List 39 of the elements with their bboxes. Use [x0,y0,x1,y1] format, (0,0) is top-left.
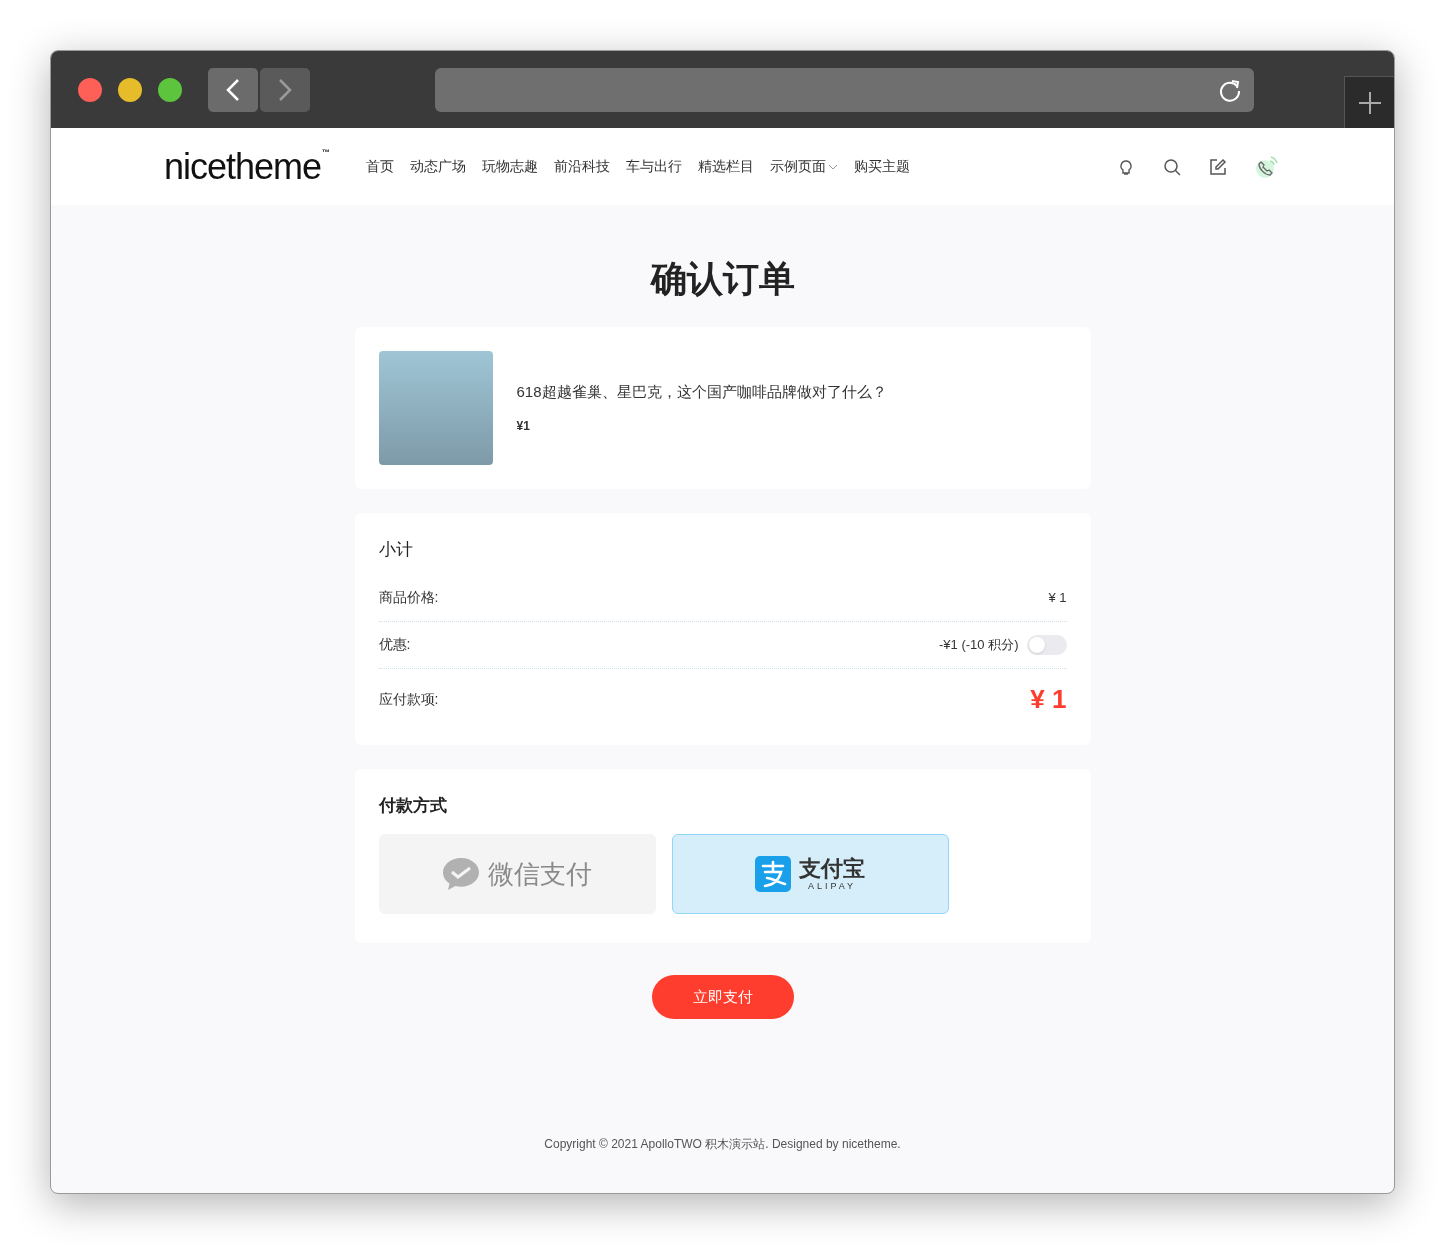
row-label: 应付款项: [378,690,439,709]
page-title: 确认订单 [650,257,795,301]
product-title[interactable]: 618超越雀巢、星巴克，这个国产咖啡品牌做对了什么？ [516,380,887,404]
row-value: ¥ 1 [1048,588,1067,607]
nav-link[interactable]: 玩物志趣 [482,156,539,177]
nav-link[interactable]: 购买主题 [854,156,911,177]
nav-link[interactable]: 动态广场 [410,156,467,177]
plus-icon [1357,90,1382,115]
alipay-logo-icon [755,856,791,892]
discount-value: -¥1 (-10 积分) [939,635,1019,654]
trademark-mark: ™ [322,146,331,159]
lightbulb-icon[interactable] [1117,157,1135,176]
total-amount: ¥ 1 [1030,683,1067,716]
phone-icon[interactable] [1255,154,1279,179]
back-button[interactable] [208,67,258,112]
copyright-text: Copyright © 2021 ApolloTWO 积木演示站. Designed by nicetheme. [544,1136,901,1153]
forward-button[interactable] [260,67,310,112]
nav-link[interactable]: 车与出行 [626,156,683,177]
pay-now-button[interactable]: 立即支付 [651,975,794,1019]
maximize-window-icon[interactable] [158,77,182,102]
nav-link[interactable]: 前沿科技 [554,156,611,177]
row-label: 优惠: [378,635,411,654]
toggle-switch[interactable] [1026,634,1067,655]
search-icon[interactable] [1163,157,1181,176]
close-window-icon[interactable] [78,77,102,102]
section-heading: 付款方式 [378,794,448,817]
payment-option[interactable]: 支付宝 ALIPAY [671,834,949,914]
nav-link[interactable]: 首页 [366,156,395,177]
edit-icon[interactable] [1209,157,1227,176]
section-heading: 小计 [378,539,414,561]
site-logo[interactable]: nicetheme [164,148,322,185]
new-tab-button[interactable] [1344,76,1394,128]
chat-bubble-icon [442,857,480,891]
reload-icon[interactable] [1218,77,1242,102]
product-price: ¥1 [516,418,531,436]
row-label: 商品价格: [378,588,439,607]
minimize-window-icon[interactable] [118,77,142,102]
nav-link[interactable]: 示例页面 [770,156,827,177]
nav-link[interactable]: 精选栏目 [698,156,755,177]
